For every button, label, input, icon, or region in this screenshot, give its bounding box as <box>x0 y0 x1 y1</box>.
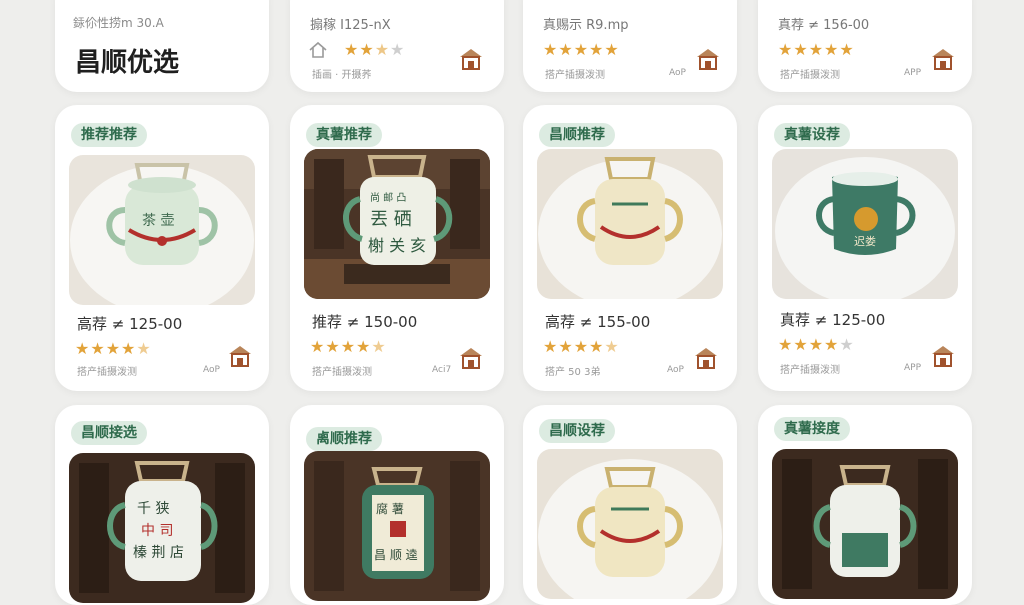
store-icon[interactable] <box>930 46 956 72</box>
product-card-2[interactable]: 真薯推荐 尚 邮 凸 丟 硒 榭 关 亥 推荐 ≠ 150-00 ★★★★★ 搭… <box>290 105 504 391</box>
product-card-5[interactable]: 昌顺接选 千 狭 中 司 榛 荆 店 <box>55 405 269 605</box>
badge: 真薯推荐 <box>306 123 382 147</box>
product-price: 真赐示 R9.mp <box>543 18 629 33</box>
teapot-label-line2: 丟 硒 <box>370 209 412 230</box>
badge: 真薯设荐 <box>774 123 850 147</box>
rating-stars: ★★★★★ <box>543 337 620 356</box>
badge: 推荐推荐 <box>71 123 147 147</box>
product-price: 搧稼 I125-nX <box>310 18 391 33</box>
store-icon[interactable] <box>693 345 719 371</box>
app-tag: Aci7 <box>432 365 452 375</box>
rating-stars: ★★★★★ <box>75 339 152 358</box>
product-card-6[interactable]: 禼顺推荐 腐 薯 昌 顺 逵 <box>290 405 504 605</box>
product-image[interactable]: 尚 邮 凸 丟 硒 榭 关 亥 <box>304 149 490 299</box>
app-tag: AoP <box>669 68 686 78</box>
product-meta: 搭产插摄泼测 <box>312 367 372 378</box>
product-price: 真荐 ≠ 156-00 <box>778 18 870 33</box>
store-icon[interactable] <box>458 46 484 72</box>
product-meta: 插画 · 开摄荞 <box>312 70 372 81</box>
rating-stars: ★★★★★ <box>543 40 620 59</box>
product-image[interactable]: 千 狭 中 司 榛 荆 店 <box>69 453 255 603</box>
app-tag: AoP <box>203 365 220 375</box>
product-price: 真荐 ≠ 125-00 <box>780 311 886 329</box>
teapot-label-line1: 腐 薯 <box>376 501 404 516</box>
store-icon[interactable] <box>227 343 253 369</box>
teapot-label-line1: 千 狭 <box>137 501 169 517</box>
product-image[interactable] <box>537 149 723 299</box>
badge: 昌顺设荐 <box>539 419 615 443</box>
product-meta: 搭产插摄泼测 <box>780 365 840 376</box>
teapot-label-line3: 昌 顺 逵 <box>374 548 418 562</box>
app-tag: APP <box>904 363 922 373</box>
rating-stars: ★★★★ <box>344 40 406 59</box>
teapot-label-line3: 榭 关 亥 <box>368 236 426 255</box>
product-card-top-2[interactable]: 真赐示 R9.mp ★★★★★ 搭产插摄泼测 AoP <box>523 0 737 92</box>
product-card-7[interactable]: 昌顺设荐 <box>523 405 737 605</box>
teapot-label-line3: 榛 荆 店 <box>133 544 184 561</box>
product-card-top-1[interactable]: 搧稼 I125-nX ★★★★ 插画 · 开摄荞 <box>290 0 504 92</box>
store-icon[interactable] <box>695 46 721 72</box>
product-card-1[interactable]: 推荐推荐 茶 壶 高荐 ≠ 125-00 ★★★★★ 搭产插摄泼测 AoP <box>55 105 269 391</box>
badge: 禼顺推荐 <box>306 427 382 451</box>
badge: 真薯接度 <box>774 417 850 441</box>
product-price: 高荐 ≠ 155-00 <box>545 313 651 331</box>
app-tag: AoP <box>667 365 684 375</box>
home-icon[interactable] <box>308 40 328 64</box>
teapot-label: 茶 壶 <box>142 213 174 229</box>
product-image[interactable] <box>772 449 958 599</box>
product-image[interactable] <box>537 449 723 599</box>
product-price: 高荐 ≠ 125-00 <box>77 315 183 333</box>
header-subtitle: 銾伱性捞m 30.A <box>73 16 164 30</box>
header-card: 銾伱性捞m 30.A 昌顺优选 <box>55 0 269 92</box>
store-icon[interactable] <box>458 345 484 371</box>
rating-stars: ★★★★★ <box>310 337 387 356</box>
store-icon[interactable] <box>930 343 956 369</box>
teapot-label-line1: 尚 邮 凸 <box>370 191 406 204</box>
product-image[interactable]: 腐 薯 昌 顺 逵 <box>304 451 490 601</box>
product-meta: 搭产 50 3弟 <box>545 367 601 378</box>
product-meta: 搭产插摄泼测 <box>77 367 137 378</box>
rating-stars: ★★★★★ <box>778 40 855 59</box>
product-image[interactable]: 迟娄 <box>772 149 958 299</box>
badge: 昌顺推荐 <box>539 123 615 147</box>
product-card-4[interactable]: 真薯设荐 迟娄 真荐 ≠ 125-00 ★★★★★ 搭产插摄泼测 APP <box>758 105 972 391</box>
teapot-label-line2: 迟娄 <box>854 235 876 248</box>
page-title: 昌顺优选 <box>75 48 180 78</box>
badge: 昌顺接选 <box>71 421 147 445</box>
product-card-top-3[interactable]: 真荐 ≠ 156-00 ★★★★★ 搭产插摄泼测 APP <box>758 0 972 92</box>
product-card-3[interactable]: 昌顺推荐 高荐 ≠ 155-00 ★★★★★ 搭产 50 3弟 AoP <box>523 105 737 391</box>
teapot-label-line2: 中 司 <box>141 523 173 539</box>
product-image[interactable]: 茶 壶 <box>69 155 255 305</box>
product-meta: 搭产插摄泼测 <box>780 70 840 81</box>
product-card-8[interactable]: 真薯接度 <box>758 405 972 605</box>
product-price: 推荐 ≠ 150-00 <box>312 313 418 331</box>
rating-stars: ★★★★★ <box>778 335 855 354</box>
app-tag: APP <box>904 68 922 78</box>
product-meta: 搭产插摄泼测 <box>545 70 605 81</box>
